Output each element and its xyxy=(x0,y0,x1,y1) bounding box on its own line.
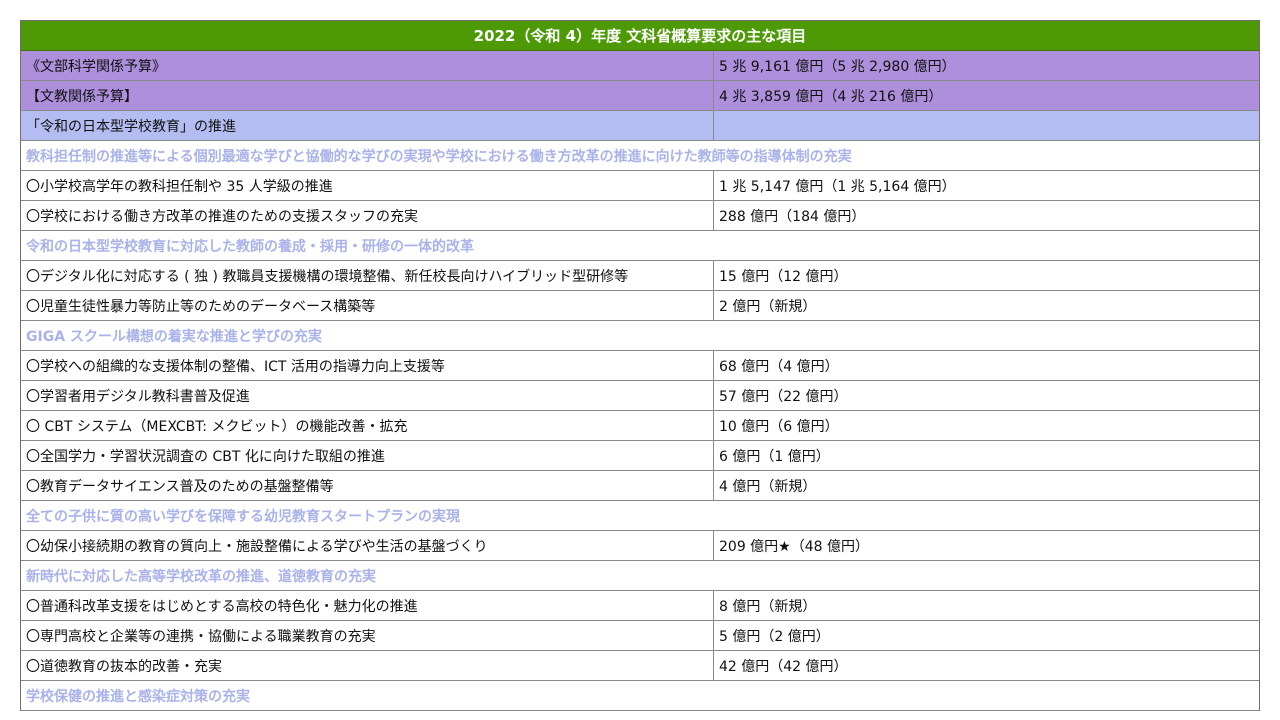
budget-item-row: 〇全国学力・学習状況調査の CBT 化に向けた取組の推進 6 億円（1 億円） xyxy=(21,441,1259,471)
section-header-row: GIGA スクール構想の着実な推進と学びの充実 xyxy=(21,321,1259,351)
item-amount: 4 兆 3,859 億円（4 兆 216 億円） xyxy=(719,88,943,105)
section-header: 教科担任制の推進等による個別最適な学びと協働的な学びの実現や学校における働き方改… xyxy=(26,148,852,165)
table-body: 《文部科学関係予算》 5 兆 9,161 億円（5 兆 2,980 億円） 【文教関… xyxy=(21,51,1259,711)
item-amount: 10 億円（6 億円） xyxy=(719,418,839,435)
item-amount: 8 億円（新規） xyxy=(719,598,817,615)
item-amount: 288 億円（184 億円） xyxy=(719,208,866,225)
item-amount: 57 億円（22 億円） xyxy=(719,388,848,405)
item-name: 〇学校における働き方改革の推進のための支援スタッフの充実 xyxy=(21,201,714,230)
item-amount: 68 億円（4 億円） xyxy=(719,358,839,375)
item-amount: 42 億円（42 億円） xyxy=(719,658,848,675)
item-name: 〇小学校高学年の教科担任制や 35 人学級の推進 xyxy=(21,171,714,200)
item-name: 〇専門高校と企業等の連携・協働による職業教育の充実 xyxy=(21,621,714,650)
item-name: 〇幼保小接続期の教育の質向上・施設整備による学びや生活の基盤づくり xyxy=(21,531,714,560)
section-header: 新時代に対応した高等学校改革の推進、道徳教育の充実 xyxy=(26,568,376,585)
table-title-row: 2022（令和 4）年度 文科省概算要求の主な項目 xyxy=(21,21,1259,51)
budget-item-row: 〇学習者用デジタル教科書普及促進 57 億円（22 億円） xyxy=(21,381,1259,411)
budget-item-row: 〇 CBT システム（MEXCBT: メクビット）の機能改善・拡充 10 億円（6… xyxy=(21,411,1259,441)
budget-item-row: 〇幼保小接続期の教育の質向上・施設整備による学びや生活の基盤づくり 209 億円★… xyxy=(21,531,1259,561)
item-name: 「令和の日本型学校教育」の推進 xyxy=(21,111,714,140)
item-amount: 5 兆 9,161 億円（5 兆 2,980 億円） xyxy=(719,58,956,75)
item-amount: 15 億円（12 億円） xyxy=(719,268,848,285)
section-header: 全ての子供に質の高い学びを保障する幼児教育スタートプランの実現 xyxy=(26,508,460,525)
section-header-row: 教科担任制の推進等による個別最適な学びと協働的な学びの実現や学校における働き方改… xyxy=(21,141,1259,171)
budget-item-row: 〇デジタル化に対応する ( 独 ) 教職員支援機構の環境整備、新任校長向けハイブ… xyxy=(21,261,1259,291)
section-header-row: 全ての子供に質の高い学びを保障する幼児教育スタートプランの実現 xyxy=(21,501,1259,531)
item-name: 〇道徳教育の抜本的改善・充実 xyxy=(21,651,714,680)
budget-item-row: 〇学校における働き方改革の推進のための支援スタッフの充実 288 億円（184 億… xyxy=(21,201,1259,231)
item-amount: 4 億円（新規） xyxy=(719,478,817,495)
budget-summary-row: 《文部科学関係予算》 5 兆 9,161 億円（5 兆 2,980 億円） xyxy=(21,51,1259,81)
budget-item-row: 〇専門高校と企業等の連携・協働による職業教育の充実 5 億円（2 億円） xyxy=(21,621,1259,651)
item-name: 《文部科学関係予算》 xyxy=(21,51,714,80)
budget-item-row: 〇教育データサイエンス普及のための基盤整備等 4 億円（新規） xyxy=(21,471,1259,501)
section-header: 令和の日本型学校教育に対応した教師の養成・採用・研修の一体的改革 xyxy=(26,238,474,255)
item-name: 【文教関係予算】 xyxy=(21,81,714,110)
item-name: 〇普通科改革支援をはじめとする高校の特色化・魅力化の推進 xyxy=(21,591,714,620)
budget-item-row: 〇道徳教育の抜本的改善・充実 42 億円（42 億円） xyxy=(21,651,1259,681)
item-amount: 5 億円（2 億円） xyxy=(719,628,830,645)
section-header: 学校保健の推進と感染症対策の充実 xyxy=(26,688,250,705)
budget-item-row: 〇学校への組織的な支援体制の整備、ICT 活用の指導力向上支援等 68 億円（4 … xyxy=(21,351,1259,381)
budget-item-row: 〇児童生徒性暴力等防止等のためのデータベース構築等 2 億円（新規） xyxy=(21,291,1259,321)
item-name: 〇学習者用デジタル教科書普及促進 xyxy=(21,381,714,410)
item-name: 〇教育データサイエンス普及のための基盤整備等 xyxy=(21,471,714,500)
item-name: 〇 CBT システム（MEXCBT: メクビット）の機能改善・拡充 xyxy=(21,411,714,440)
budget-summary-row: 「令和の日本型学校教育」の推進 xyxy=(21,111,1259,141)
item-amount: 2 億円（新規） xyxy=(719,298,817,315)
budget-item-row: 〇小学校高学年の教科担任制や 35 人学級の推進 1 兆 5,147 億円（1 兆… xyxy=(21,171,1259,201)
item-amount: 1 兆 5,147 億円（1 兆 5,164 億円） xyxy=(719,178,956,195)
budget-summary-row: 【文教関係予算】 4 兆 3,859 億円（4 兆 216 億円） xyxy=(21,81,1259,111)
item-amount xyxy=(714,111,1259,140)
item-amount: 6 億円（1 億円） xyxy=(719,448,830,465)
budget-item-row: 〇普通科改革支援をはじめとする高校の特色化・魅力化の推進 8 億円（新規） xyxy=(21,591,1259,621)
section-header-row: 新時代に対応した高等学校改革の推進、道徳教育の充実 xyxy=(21,561,1259,591)
item-name: 〇全国学力・学習状況調査の CBT 化に向けた取組の推進 xyxy=(21,441,714,470)
table-title: 2022（令和 4）年度 文科省概算要求の主な項目 xyxy=(473,27,807,45)
item-amount: 209 億円★（48 億円） xyxy=(719,538,869,555)
item-name: 〇デジタル化に対応する ( 独 ) 教職員支援機構の環境整備、新任校長向けハイブ… xyxy=(21,261,714,290)
item-name: 〇児童生徒性暴力等防止等のためのデータベース構築等 xyxy=(21,291,714,320)
budget-table: 2022（令和 4）年度 文科省概算要求の主な項目 《文部科学関係予算》 5 兆 … xyxy=(20,20,1260,711)
section-header-row: 令和の日本型学校教育に対応した教師の養成・採用・研修の一体的改革 xyxy=(21,231,1259,261)
section-header: GIGA スクール構想の着実な推進と学びの充実 xyxy=(26,328,322,345)
section-header-row: 学校保健の推進と感染症対策の充実 xyxy=(21,681,1259,711)
item-name: 〇学校への組織的な支援体制の整備、ICT 活用の指導力向上支援等 xyxy=(21,351,714,380)
